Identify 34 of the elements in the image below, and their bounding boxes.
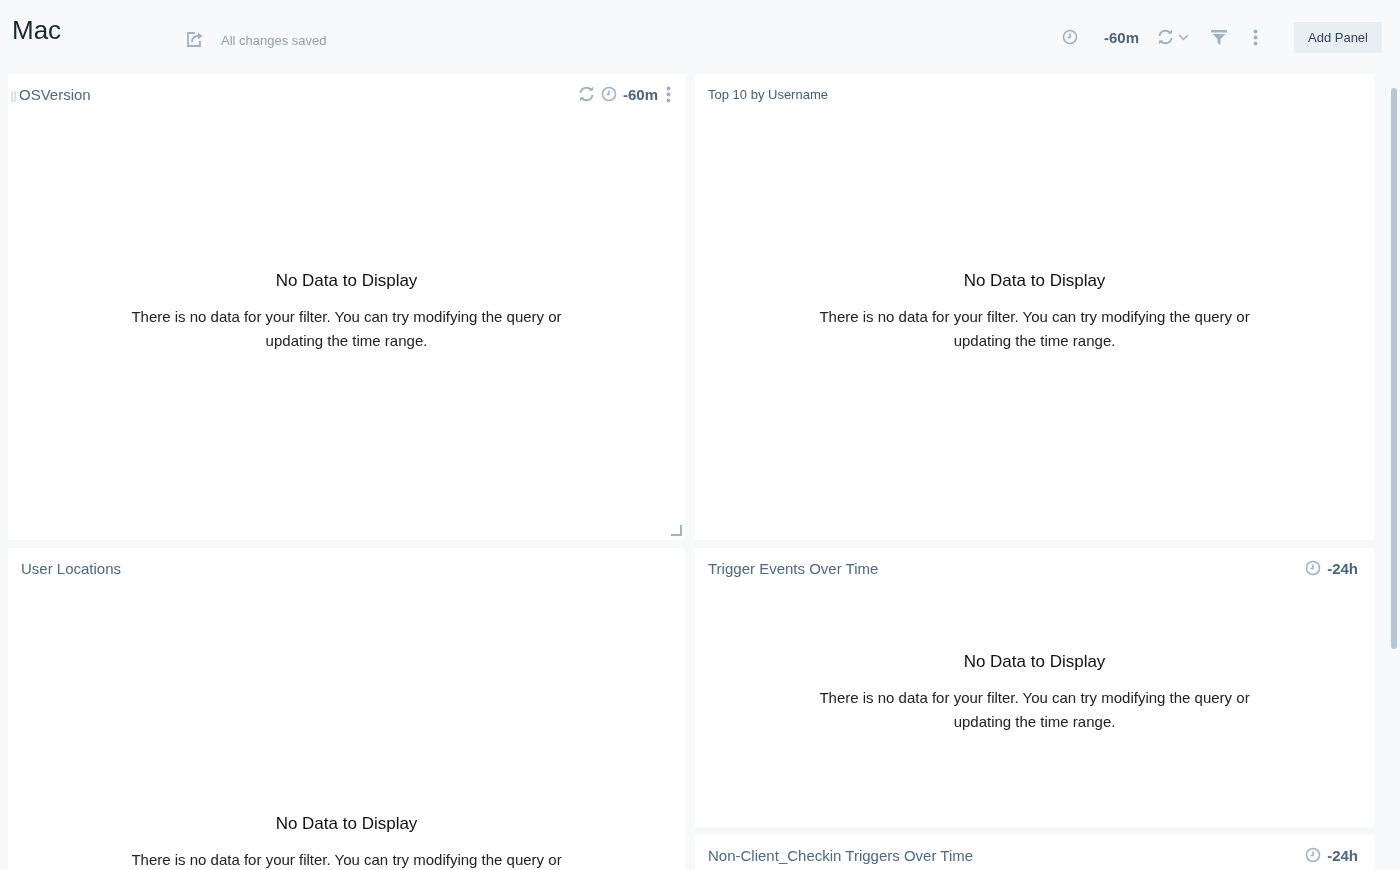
scrollbar-thumb[interactable]: [1391, 88, 1397, 649]
empty-state-title: No Data to Display: [275, 814, 418, 834]
refresh-icon[interactable]: [578, 86, 595, 102]
chevron-down-icon[interactable]: [1178, 33, 1189, 41]
refresh-icon[interactable]: [1157, 29, 1174, 45]
empty-state-title: No Data to Display: [963, 651, 1106, 672]
empty-state-message: There is no data for your filter. You can try modifying the query or updating the time range.: [818, 307, 1251, 351]
panel-time-range[interactable]: -24h: [1327, 846, 1358, 864]
share-icon[interactable]: [186, 30, 204, 48]
empty-state-title: No Data to Display: [963, 271, 1106, 291]
empty-state-message: There is no data for your filter. You can try modifying the query or: [131, 850, 562, 870]
panel-title: Non-Client_Checkin Triggers Over Time: [708, 846, 974, 864]
clock-icon: [1061, 29, 1078, 45]
more-menu-icon[interactable]: [666, 85, 671, 103]
panel-title: Trigger Events Over Time: [708, 559, 879, 577]
resize-handle-icon[interactable]: [671, 525, 682, 536]
empty-state-title: No Data to Display: [275, 271, 418, 291]
dashboard-title: Mac: [12, 14, 63, 46]
clock-icon: [1305, 847, 1322, 863]
clock-icon: [1305, 560, 1322, 576]
empty-state-message: There is no data for your filter. You can try modifying the query or updating the time range.: [818, 687, 1251, 732]
clock-icon: [601, 86, 617, 102]
filter-icon[interactable]: [1211, 29, 1227, 45]
panel-time-range[interactable]: -24h: [1327, 559, 1358, 577]
panel-time-range[interactable]: -60m: [623, 85, 658, 103]
more-menu-icon[interactable]: [1253, 28, 1258, 46]
add-panel-button[interactable]: Add Panel: [1294, 21, 1382, 53]
panel-title: Top 10 by Username: [708, 86, 828, 102]
panel-title: OSVersion: [19, 85, 91, 103]
empty-state-message: There is no data for your filter. You can try modifying the query or updating the time range.: [130, 307, 563, 351]
save-status: All changes saved: [221, 32, 327, 48]
panel-title: User Locations: [21, 559, 122, 577]
drag-handle-icon[interactable]: [11, 90, 16, 102]
time-range[interactable]: -60m: [1103, 28, 1139, 46]
